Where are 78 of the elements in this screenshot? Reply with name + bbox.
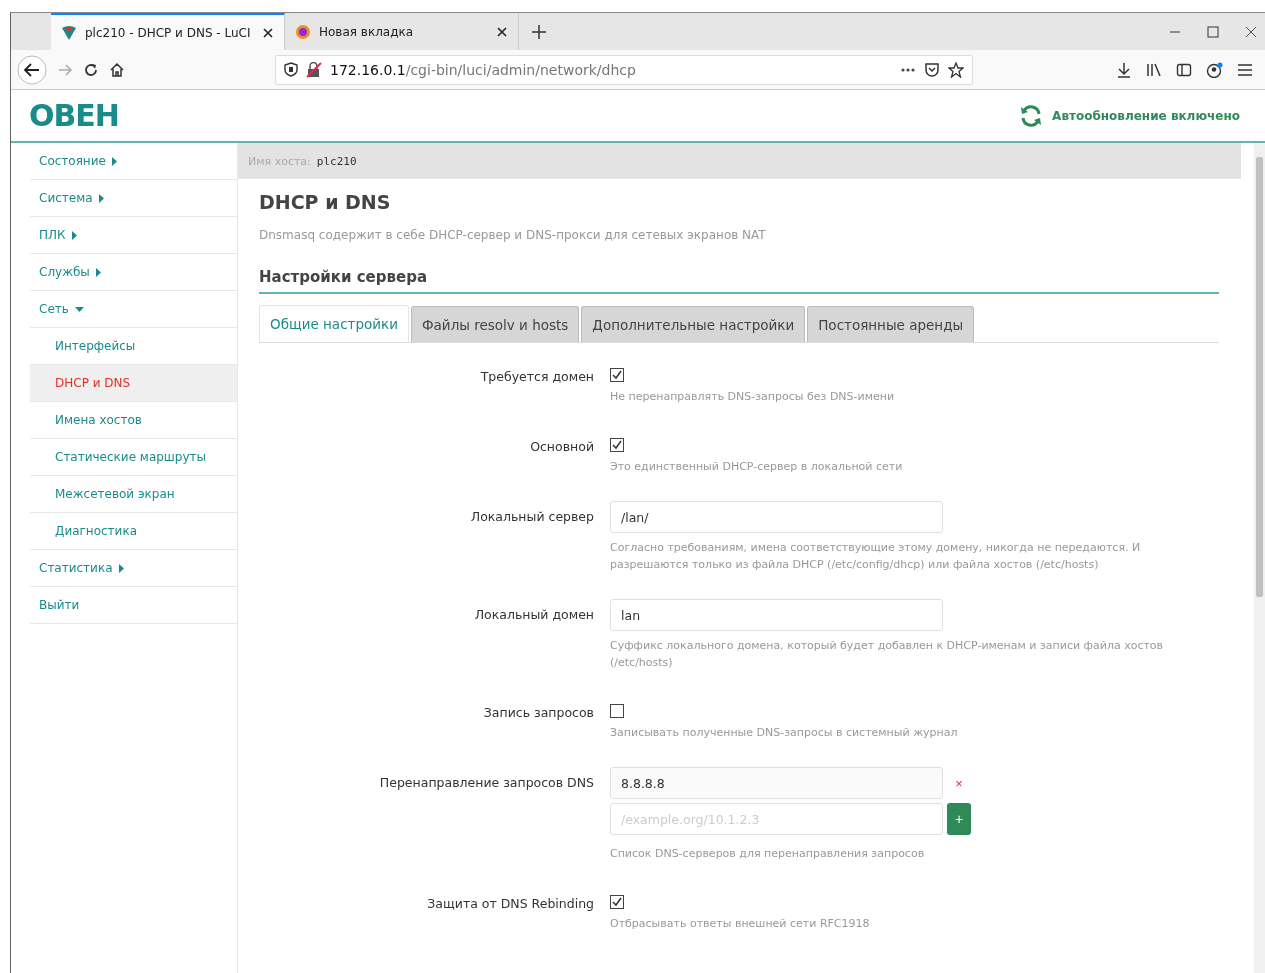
favicon-icon xyxy=(61,24,77,41)
nav-link[interactable]: Имена хостов xyxy=(30,402,237,439)
checkbox[interactable] xyxy=(610,895,624,909)
nav-link[interactable]: Сеть xyxy=(30,291,237,328)
back-icon[interactable] xyxy=(17,54,47,85)
autorefresh-toggle[interactable]: Автообновление включено xyxy=(1020,104,1240,127)
nav-link[interactable]: Система xyxy=(30,180,237,217)
browser-tab[interactable]: plc210 - DHCP и DNS - LuCI xyxy=(51,13,285,50)
shield-icon xyxy=(284,62,298,77)
text-field[interactable]: /lan/ xyxy=(610,501,943,533)
home-icon[interactable] xyxy=(109,61,125,78)
nav-link[interactable]: Службы xyxy=(30,254,237,291)
field-hint: Список DNS-серверов для перенаправления запросов xyxy=(610,846,926,862)
section-heading: Настройки сервера xyxy=(259,268,1219,294)
settings-tab[interactable]: Постоянные аренды xyxy=(807,306,975,342)
close-icon[interactable] xyxy=(262,26,274,39)
caret-right-icon xyxy=(71,230,77,240)
scrollbar-thumb[interactable] xyxy=(1256,157,1263,597)
settings-tab[interactable]: Файлы resolv и hosts xyxy=(410,306,580,342)
field-label: Основной xyxy=(529,438,594,456)
field-hint: Записывать полученные DNS-запросы в системный журнал xyxy=(610,725,959,741)
hostname-label: Имя хоста: xyxy=(248,154,311,168)
caret-down-icon xyxy=(74,306,84,312)
url-text: 172.16.0.1/cgi-bin/luci/admin/network/dhcp xyxy=(330,61,636,78)
settings-tab[interactable]: Дополнительные настройки xyxy=(581,306,806,342)
field-label: Перенаправление запросов DNS xyxy=(378,774,594,792)
settings-tab[interactable]: Общие настройки xyxy=(259,305,409,342)
field-label: Локальный сервер xyxy=(469,508,594,526)
account-icon[interactable] xyxy=(1206,61,1223,78)
caret-right-icon xyxy=(118,563,124,573)
field-hint: Отбрасывать ответы внешней сети RFC1918 xyxy=(610,916,871,932)
field-hint: Суффикс локального домена, который будет добавлен к DHCP-именам и записи файла хостов (/etc/hosts) xyxy=(610,638,1165,671)
field-label: Требуется домен xyxy=(479,368,594,386)
nav-link[interactable]: Статические маршруты xyxy=(30,439,237,476)
logo-text: ОВЕН xyxy=(29,100,119,131)
checkbox[interactable] xyxy=(610,438,624,452)
nav-link[interactable]: Выйти xyxy=(30,587,237,624)
checkbox[interactable] xyxy=(610,704,624,718)
new-tab-icon[interactable] xyxy=(531,23,547,40)
pocket-icon[interactable] xyxy=(924,61,940,78)
menu-icon[interactable] xyxy=(1237,61,1253,78)
insecure-lock-icon xyxy=(306,61,322,78)
nav-link[interactable]: Диагностика xyxy=(30,513,237,550)
tab-title: Новая вкладка xyxy=(319,24,415,39)
close-icon[interactable] xyxy=(496,25,508,38)
field-hint: Это единственный DHCP-сервер в локальной сети xyxy=(610,459,904,475)
reload-icon[interactable] xyxy=(83,61,99,78)
refresh-icon xyxy=(1020,104,1043,127)
field-label: Запись запросов xyxy=(482,704,594,722)
caret-right-icon xyxy=(111,156,117,166)
add-button[interactable]: + xyxy=(947,803,971,835)
star-icon[interactable] xyxy=(948,61,964,78)
maximize-icon[interactable] xyxy=(1207,25,1219,38)
nav-link[interactable]: Состояние xyxy=(30,143,237,180)
caret-right-icon xyxy=(98,193,104,203)
close-icon[interactable] xyxy=(1245,25,1257,38)
field-label: Защита от DNS Rebinding xyxy=(426,895,594,913)
field-hint: Согласно требованиям, имена соответствующие этому домену, никогда не передаются. И разрешаются только из файла DHCP (/etc/config/dhcp) или файла хостов (/etc/hosts) xyxy=(610,540,1142,573)
tab-title: plc210 - DHCP и DNS - LuCI xyxy=(85,25,252,40)
nav-link[interactable]: Статистика xyxy=(30,550,237,587)
download-icon[interactable] xyxy=(1116,61,1132,78)
favicon-icon xyxy=(295,23,311,40)
remove-button[interactable]: × xyxy=(947,775,971,791)
address-bar[interactable]: 172.16.0.1/cgi-bin/luci/admin/network/dhcp xyxy=(275,54,973,85)
page-title: DHCP и DNS xyxy=(259,191,392,213)
nav-link[interactable]: DHCP и DNS xyxy=(30,365,237,402)
checkbox[interactable] xyxy=(610,368,624,382)
nav-link[interactable]: ПЛК xyxy=(30,217,237,254)
nav-link[interactable]: Межсетевой экран xyxy=(30,476,237,513)
field-label: Локальный домен xyxy=(473,606,594,624)
library-icon[interactable] xyxy=(1146,61,1162,78)
text-field[interactable]: lan xyxy=(610,599,943,631)
text-field[interactable]: 8.8.8.8 xyxy=(610,767,943,799)
caret-right-icon xyxy=(95,267,101,277)
sidebar-icon[interactable] xyxy=(1176,61,1192,78)
hostname-value: plc210 xyxy=(316,154,357,168)
field-hint: Не перенаправлять DNS-запросы без DNS-имени xyxy=(610,389,896,405)
page-description: Dnsmasq содержит в себе DHCP-сервер и DNS-прокси для сетевых экранов NAT xyxy=(259,228,767,242)
